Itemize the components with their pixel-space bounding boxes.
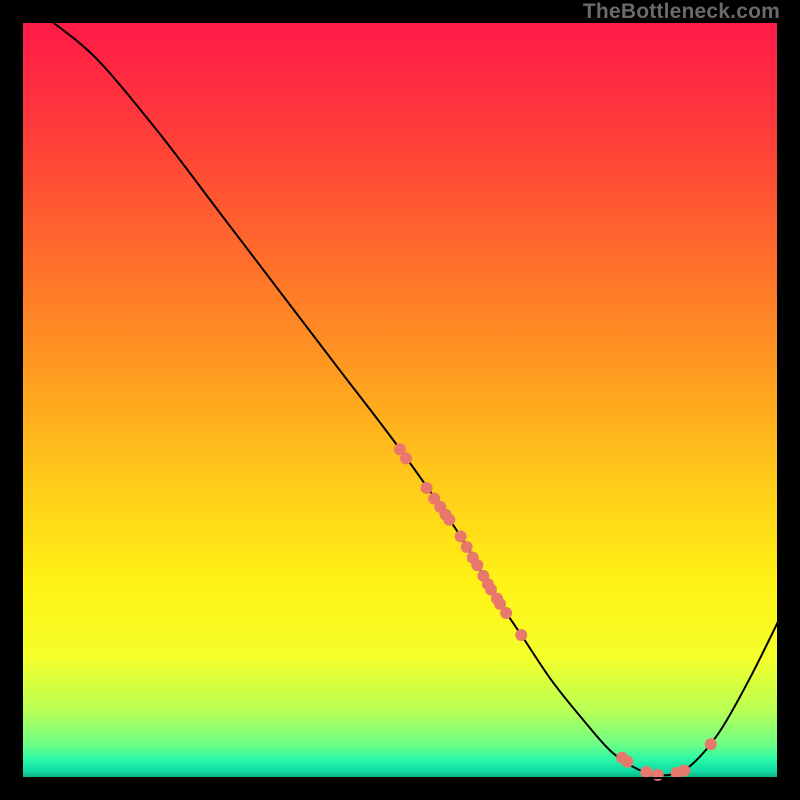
scatter-dot bbox=[421, 482, 433, 494]
scatter-group bbox=[394, 443, 717, 781]
scatter-dot bbox=[678, 765, 690, 777]
scatter-dot bbox=[461, 541, 473, 553]
bottleneck-curve bbox=[51, 21, 779, 775]
scatter-dot bbox=[515, 629, 527, 641]
scatter-dot bbox=[621, 756, 633, 768]
scatter-dot bbox=[640, 766, 652, 778]
scatter-dot bbox=[652, 769, 664, 781]
scatter-dot bbox=[455, 530, 467, 542]
watermark-text: TheBottleneck.com bbox=[583, 0, 780, 24]
scatter-dot bbox=[471, 559, 483, 571]
scatter-dot bbox=[500, 607, 512, 619]
plot-area bbox=[21, 21, 779, 779]
scatter-dot bbox=[400, 452, 412, 464]
scatter-dot bbox=[705, 738, 717, 750]
chart-overlay bbox=[21, 21, 779, 779]
scatter-dot bbox=[443, 514, 455, 526]
